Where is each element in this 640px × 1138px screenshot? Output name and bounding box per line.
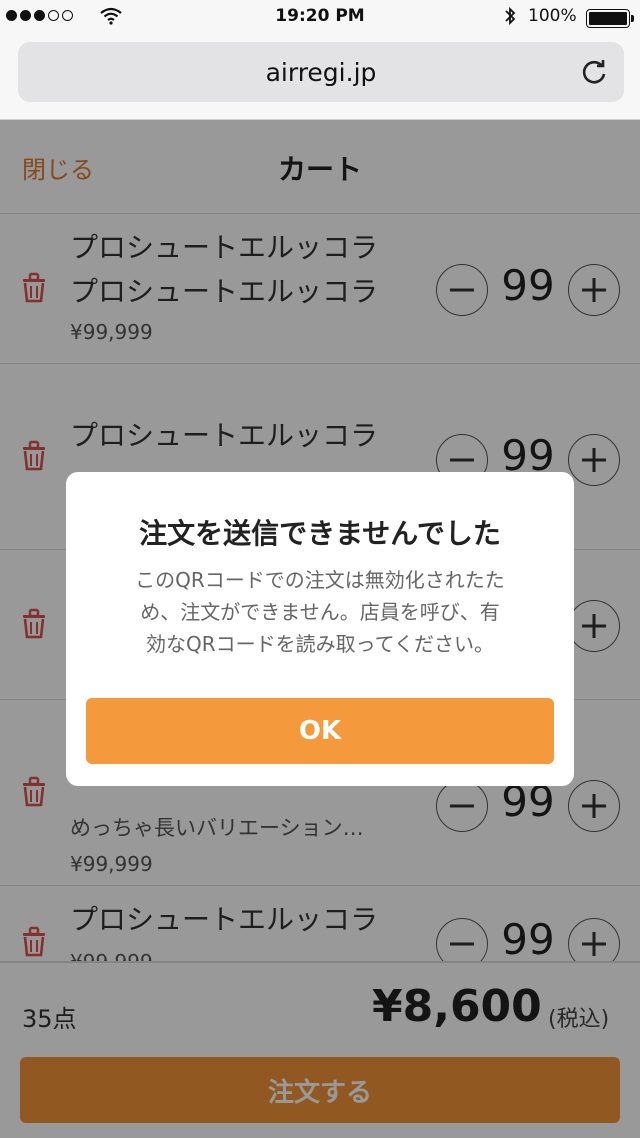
battery-icon <box>586 9 634 28</box>
browser-toolbar: airregi.jp <box>0 34 640 120</box>
ok-button[interactable]: OK <box>86 698 554 764</box>
reload-icon[interactable] <box>578 56 610 88</box>
bluetooth-icon <box>505 6 516 26</box>
dialog-message: このQRコードでの注文は無効化されたた め、注文ができません。店員を呼び、有 効… <box>90 564 550 660</box>
error-dialog: 注文を送信できませんでした このQRコードでの注文は無効化されたた め、注文がで… <box>66 472 574 786</box>
dialog-message-line: め、注文ができません。店員を呼び、有 <box>140 600 500 624</box>
battery-percentage: 100% <box>528 6 577 26</box>
address-bar[interactable]: airregi.jp <box>18 42 624 102</box>
url-text: airregi.jp <box>265 58 377 87</box>
dialog-message-line: 効なQRコードを読み取ってください。 <box>145 632 495 656</box>
dialog-message-line: このQRコードでの注文は無効化されたた <box>135 568 505 592</box>
dialog-title: 注文を送信できませんでした <box>139 517 501 550</box>
status-bar: 19:20 PM 100% <box>0 0 640 34</box>
